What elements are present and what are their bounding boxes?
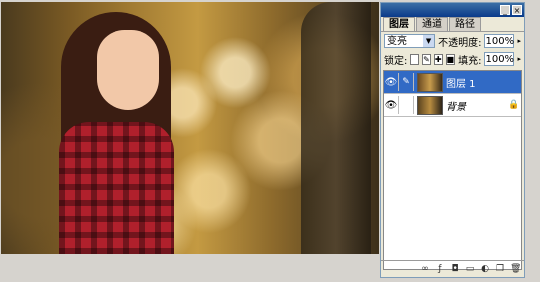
window-scrollbar[interactable]	[525, 2, 537, 278]
layer-name: 背景	[446, 101, 466, 113]
fill-slider-arrow-icon[interactable]: ▸	[517, 55, 521, 63]
blend-mode-select[interactable]: 变亮 ▼	[384, 34, 436, 48]
link-slot[interactable]	[398, 96, 414, 114]
panel-tabs: 图层 通道 路径	[381, 17, 524, 32]
chevron-down-icon: ▼	[423, 35, 435, 47]
lock-row: 锁定: ✎ ✚ ■ 填充: 100% ▸	[381, 50, 524, 68]
blend-mode-value: 变亮	[387, 36, 407, 47]
mask-icon[interactable]: ◘	[450, 264, 460, 274]
panel-titlebar: _ ×	[381, 3, 524, 17]
girl-face	[97, 30, 159, 110]
plaid-shirt	[59, 122, 174, 254]
tab-paths[interactable]: 路径	[449, 17, 481, 31]
trash-icon[interactable]: 🗑	[510, 264, 521, 274]
adjustment-icon[interactable]: ◐	[480, 264, 490, 274]
panel-bottom-bar: ∞ ƒ ◘ ▭ ◐ ❐ 🗑	[381, 260, 524, 277]
tab-channels[interactable]: 通道	[416, 17, 448, 31]
eye-icon[interactable]: 👁	[384, 77, 398, 88]
layers-panel: _ × 图层 通道 路径 变亮 ▼ 不透明度: 100% ▸ 锁定: ✎ ✚ ■…	[380, 2, 525, 278]
lock-label: 锁定:	[384, 55, 408, 67]
blend-row: 变亮 ▼ 不透明度: 100% ▸	[381, 32, 524, 50]
opacity-label: 不透明度:	[438, 37, 482, 49]
lock-position-icon[interactable]: ✚	[433, 53, 443, 65]
layer-thumbnail	[417, 72, 443, 92]
minimize-button[interactable]: _	[500, 5, 510, 15]
lock-icon: 🔒	[508, 100, 520, 110]
layer-style-icon[interactable]: ƒ	[435, 264, 445, 274]
link-icon[interactable]: ∞	[420, 264, 430, 274]
eye-icon[interactable]: 👁	[384, 100, 398, 111]
lock-transparency-icon[interactable]	[410, 53, 420, 65]
close-button[interactable]: ×	[512, 5, 522, 15]
lock-pixels-icon[interactable]: ✎	[422, 53, 431, 65]
layer-name: 图层 1	[446, 78, 476, 90]
layers-list: 👁 ✎ 图层 1 👁 背景 🔒	[383, 70, 522, 270]
tab-layers[interactable]: 图层	[383, 17, 415, 31]
new-layer-icon[interactable]: ❐	[495, 264, 505, 274]
layer-thumbnail	[417, 95, 443, 115]
layer-row-background[interactable]: 👁 背景 🔒	[384, 94, 521, 117]
photo-canvas	[1, 2, 379, 254]
opacity-slider-arrow-icon[interactable]: ▸	[517, 37, 521, 45]
opacity-input[interactable]: 100%	[484, 34, 515, 48]
layer-row-layer1[interactable]: 👁 ✎ 图层 1	[384, 71, 521, 94]
fill-label: 填充:	[458, 55, 482, 67]
lock-all-icon[interactable]: ■	[445, 53, 456, 65]
tree-trunk	[301, 2, 371, 254]
brush-icon[interactable]: ✎	[398, 73, 414, 91]
group-icon[interactable]: ▭	[465, 264, 475, 274]
fill-input[interactable]: 100%	[484, 52, 515, 66]
